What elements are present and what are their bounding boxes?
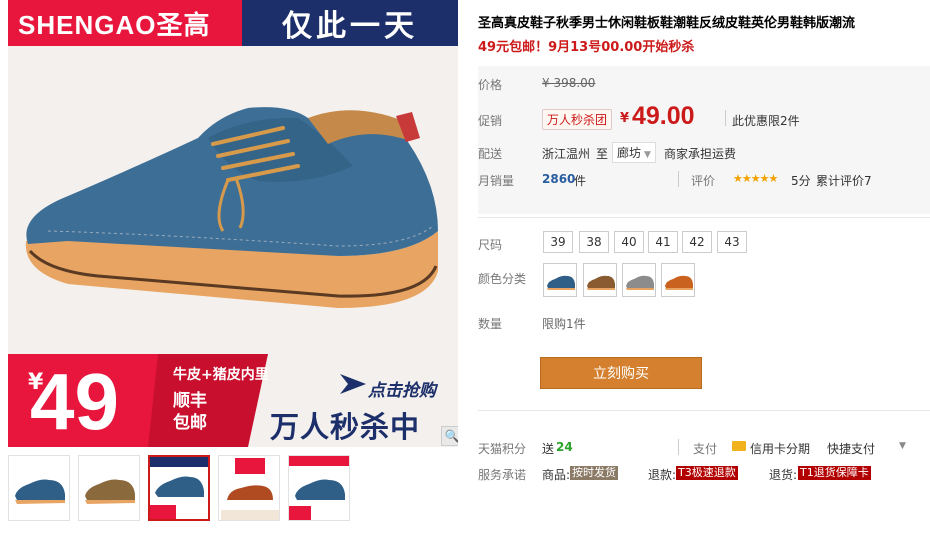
product-title: 圣高真皮鞋子秋季男士休闲鞋板鞋潮鞋反绒皮鞋英伦男鞋韩版潮流 [478,16,856,31]
sales-label: 月销量 [478,174,515,188]
size-option-38[interactable]: 38 [579,231,609,253]
ship-from: 浙江温州 [542,147,591,161]
divider [478,217,930,218]
color-option-brown[interactable] [583,263,617,297]
image-banner: SHENGAO圣高 仅此一天 [8,0,458,46]
return-guarantee-tag[interactable]: T1退货保障卡 [798,466,871,480]
refund-label: 退款: [648,468,677,482]
color-label: 颜色分类 [478,272,527,286]
shipping-label: 配送 [478,147,503,161]
promo-badge[interactable]: 万人秒杀团 [542,109,613,130]
goods-label: 商品: [542,468,571,482]
divider [725,110,726,126]
promo-click-text: 点击抢购 [368,381,436,401]
brand-logo: SHENGAO圣高 [8,0,242,46]
sales-unit: 件 [574,174,587,188]
size-option-40[interactable]: 40 [614,231,644,253]
product-page: SHENGAO圣高 仅此一天 ¥ 49 牛皮+猪皮内里 顺丰 包邮 点击抢购 万… [0,0,930,536]
rating-stars: ★★★★★ [733,172,778,185]
promo-strip: ¥ 49 牛皮+猪皮内里 顺丰 包邮 点击抢购 万人秒杀中 [8,354,458,447]
divider [678,439,679,455]
one-day-tag: 仅此一天 [242,0,458,46]
sales-count: 2860 [542,172,576,186]
promo-price: 49 [30,357,119,446]
limit-note: 此优惠限2件 [732,114,800,128]
arrow-icon [340,374,366,394]
color-option-blue[interactable] [543,263,577,297]
tmall-points-label: 天猫积分 [478,442,527,456]
size-option-41[interactable]: 41 [648,231,678,253]
size-label: 尺码 [478,238,503,252]
chevron-down-icon[interactable]: ▼ [899,441,906,451]
rating-score: 5分 [791,174,811,188]
points-prefix: 送 [542,442,555,456]
destination-select[interactable]: 廊坊 ▼ [612,142,656,163]
review-count-link[interactable]: 累计评价7 [816,172,872,189]
credit-card-icon [732,441,746,451]
original-price: ¥ 398.00 [542,76,596,90]
fast-refund-tag[interactable]: T3极速退款 [676,466,738,480]
magnifier-icon[interactable]: 🔍 [441,426,458,446]
promo-shipping: 顺丰 包邮 [173,390,207,434]
credit-installment[interactable]: 信用卡分期 [750,440,810,457]
destination-value: 廊坊 [617,146,642,160]
buy-now-button[interactable]: 立刻购买 [540,357,702,389]
return-label: 退货: [769,468,798,482]
chevron-down-icon: ▼ [644,150,651,160]
pay-label: 支付 [693,442,718,456]
price-label: 价格 [478,78,503,92]
quick-pay[interactable]: 快捷支付 [827,440,875,457]
promo-shipping-line-2: 包邮 [173,413,207,433]
thumbnail-strip [8,455,458,523]
price-yen: ¥ [620,111,630,126]
on-time-delivery-tag[interactable]: 按时发货 [570,466,618,480]
rating-label: 评价 [691,174,716,188]
shipping-note: 商家承担运费 [664,147,737,161]
quantity-note: 限购1件 [542,317,586,331]
divider [478,410,930,411]
divider [678,171,679,187]
color-option-grey[interactable] [622,263,656,297]
thumbnail-5[interactable] [288,455,350,521]
promo-shipping-line-1: 顺丰 [173,391,207,411]
thumbnail-2[interactable] [78,455,140,521]
shoe-illustration [8,46,458,354]
thumbnail-4[interactable] [218,455,280,521]
service-label: 服务承诺 [478,468,527,482]
ship-to-word: 至 [596,147,609,161]
promo-material: 牛皮+猪皮内里 [173,367,269,383]
size-option-42[interactable]: 42 [682,231,712,253]
promo-seckill-text: 万人秒杀中 [270,410,421,444]
points-value: 24 [556,440,573,454]
promo-label: 促销 [478,114,503,128]
thumbnail-1[interactable] [8,455,70,521]
price-box: 价格 ¥ 398.00 促销 万人秒杀团 ¥ 49.00 此优惠限2件 配送 浙… [478,66,930,214]
quantity-label: 数量 [478,317,503,331]
product-info-panel: 圣高真皮鞋子秋季男士休闲鞋板鞋潮鞋反绒皮鞋英伦男鞋韩版潮流 49元包邮！9月13… [478,0,930,536]
size-option-39[interactable]: 39 [543,231,573,253]
current-price: 49.00 [632,102,695,130]
color-option-orange[interactable] [661,263,695,297]
main-product-image[interactable]: SHENGAO圣高 仅此一天 ¥ 49 牛皮+猪皮内里 顺丰 包邮 点击抢购 万… [8,0,458,447]
size-option-43[interactable]: 43 [717,231,747,253]
product-subtitle: 49元包邮！9月13号00.00开始秒杀 [478,40,695,55]
thumbnail-3-selected[interactable] [148,455,210,521]
